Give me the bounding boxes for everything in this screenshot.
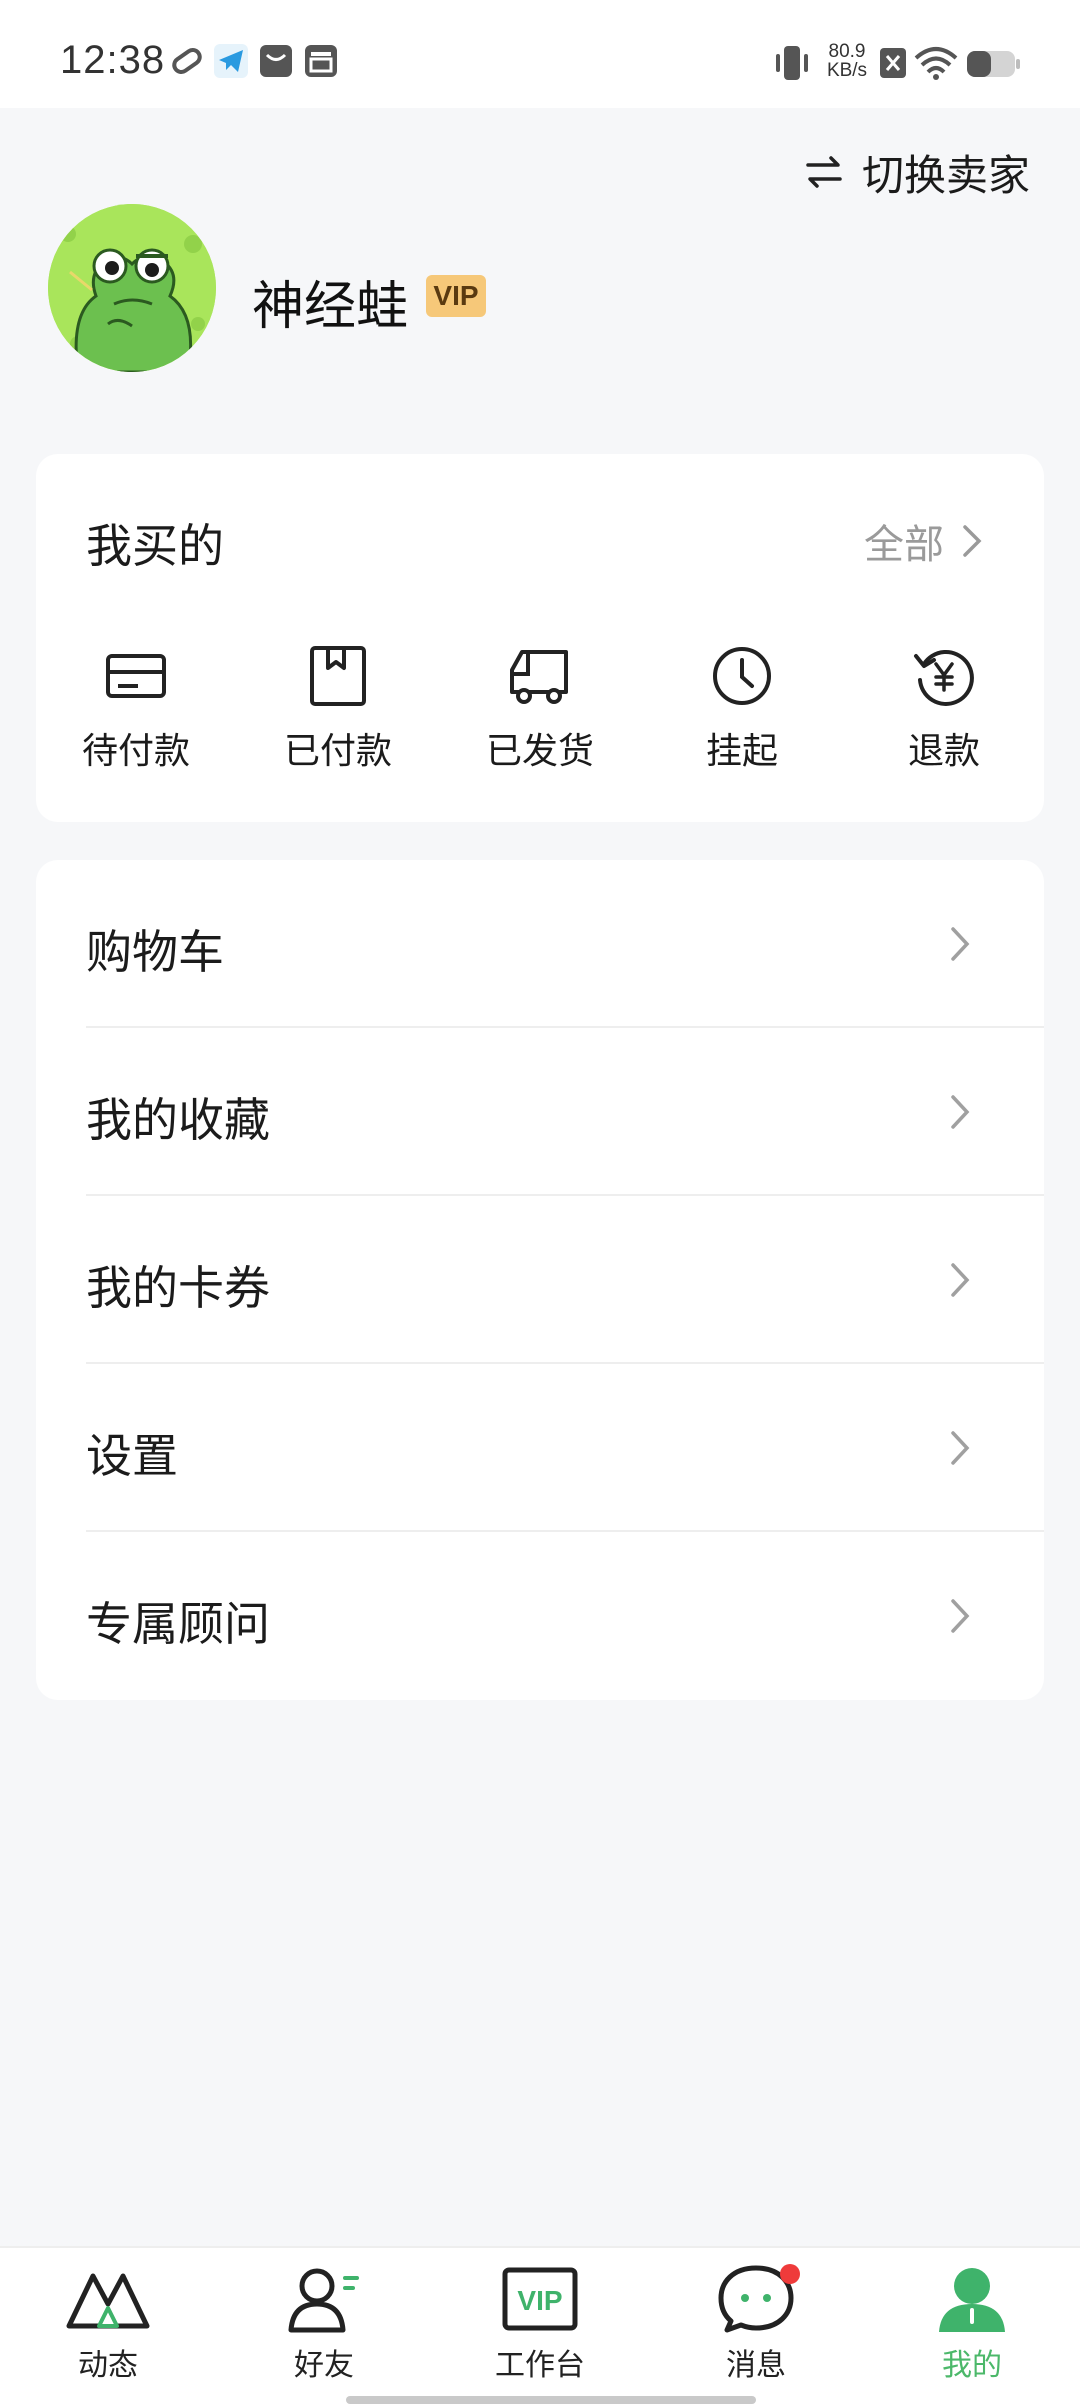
avatar[interactable] xyxy=(48,204,216,372)
net-speed: 80.9 KB/s xyxy=(820,42,874,80)
swap-icon xyxy=(806,156,842,188)
menu-item-coupons[interactable]: 我的卡券 xyxy=(36,1196,1044,1364)
mountain-icon xyxy=(66,2273,150,2329)
my-purchases-title: 我买的 xyxy=(86,519,224,573)
chevron-right-icon xyxy=(951,927,970,961)
bottom-nav: 动态 好友 VIP 工作台 消息 我的 xyxy=(0,2246,1080,2408)
switch-seller-button[interactable]: 切换卖家 xyxy=(804,142,1030,202)
nav-label: 好友 xyxy=(294,2348,354,2383)
order-item-label: 已发货 xyxy=(485,731,594,772)
my-purchases-card: 我买的 全部 待付款 已付款 已发货 挂起 退款 xyxy=(36,454,1044,822)
unread-badge-dot xyxy=(780,2264,800,2284)
svg-text:VIP: VIP xyxy=(517,2285,562,2316)
switch-seller-label: 切换卖家 xyxy=(861,150,1030,200)
view-all-label: 全部 xyxy=(864,522,944,568)
vip-workbench-icon: VIP xyxy=(502,2267,578,2331)
order-shipped[interactable]: 已发货 xyxy=(460,644,620,774)
menu-item-label: 专属顾问 xyxy=(86,1597,270,1651)
telegram-icon xyxy=(214,44,248,78)
net-speed-unit: KB/s xyxy=(826,60,868,81)
menu-card: 购物车 我的收藏 我的卡券 设置 专属顾问 xyxy=(36,860,1044,1700)
nav-label: 工作台 xyxy=(495,2348,585,2383)
menu-item-favorites[interactable]: 我的收藏 xyxy=(36,1028,1044,1196)
nav-label: 动态 xyxy=(78,2348,138,2383)
menu-item-shopping-cart[interactable]: 购物车 xyxy=(36,860,1044,1028)
status-bar: 12:38 80.9 KB/s xyxy=(0,0,1080,108)
message-icon xyxy=(260,45,292,77)
nav-feed[interactable]: 动态 xyxy=(38,2264,178,2384)
nav-friends[interactable]: 好友 xyxy=(254,2264,394,2384)
menu-item-label: 我的收藏 xyxy=(86,1093,270,1147)
menu-item-settings[interactable]: 设置 xyxy=(36,1364,1044,1532)
wifi-icon xyxy=(914,47,958,80)
net-speed-value: 80.9 xyxy=(828,41,866,62)
nav-workbench[interactable]: VIP 工作台 xyxy=(470,2264,610,2384)
chevron-right-icon xyxy=(963,525,982,557)
order-paid[interactable]: 已付款 xyxy=(258,644,418,774)
order-item-label: 退款 xyxy=(907,731,980,772)
battery-icon xyxy=(967,51,1020,77)
frog-avatar-image xyxy=(48,204,216,372)
nav-label: 消息 xyxy=(726,2348,786,2383)
no-sim-icon xyxy=(880,48,906,78)
order-item-label: 待付款 xyxy=(81,731,190,772)
nav-messages[interactable]: 消息 xyxy=(686,2264,826,2384)
clock-icon xyxy=(713,647,771,705)
chevron-right-icon xyxy=(951,1599,970,1633)
profile-icon xyxy=(939,2268,1005,2332)
home-indicator[interactable] xyxy=(346,2396,756,2404)
friends-icon xyxy=(288,2268,359,2333)
order-pending-payment[interactable]: 待付款 xyxy=(56,644,216,774)
card-icon xyxy=(106,654,166,698)
bookmark-icon xyxy=(310,646,366,706)
vibrate-icon xyxy=(776,46,808,80)
username: 神经蛙 xyxy=(252,277,409,337)
link-icon xyxy=(172,47,202,75)
truck-icon xyxy=(510,650,568,704)
order-refund[interactable]: 退款 xyxy=(864,644,1024,774)
status-time: 12:38 xyxy=(60,38,166,82)
menu-item-label: 购物车 xyxy=(86,925,224,979)
refund-icon xyxy=(914,649,974,706)
chevron-right-icon xyxy=(951,1263,970,1297)
menu-item-advisor[interactable]: 专属顾问 xyxy=(36,1532,1044,1700)
vip-badge: VIP xyxy=(426,275,486,317)
chevron-right-icon xyxy=(951,1431,970,1465)
order-item-label: 挂起 xyxy=(705,731,778,772)
nav-me[interactable]: 我的 xyxy=(902,2264,1042,2384)
chevron-right-icon xyxy=(951,1095,970,1129)
menu-item-label: 设置 xyxy=(86,1429,178,1483)
order-item-label: 已付款 xyxy=(283,731,392,772)
view-all-orders-link[interactable]: 全部 xyxy=(864,512,984,570)
menu-item-label: 我的卡券 xyxy=(86,1261,270,1315)
inbox-icon xyxy=(305,45,337,77)
order-suspended[interactable]: 挂起 xyxy=(662,644,822,774)
nav-label: 我的 xyxy=(942,2348,1002,2383)
